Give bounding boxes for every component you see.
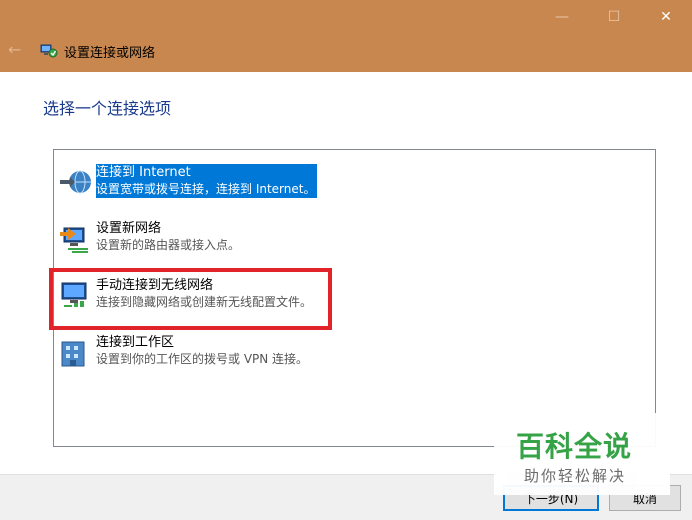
workplace-icon — [61, 341, 85, 367]
option-texts: 连接到工作区 设置到你的工作区的拨号或 VPN 连接。 — [96, 334, 308, 368]
network-setup-window: — ☐ ✕ ← 设置连接或网络 选择一个连接选项 连接到 Internet 设置… — [0, 0, 692, 520]
back-arrow-icon[interactable]: ← — [8, 41, 28, 59]
new-network-icon — [60, 227, 88, 253]
watermark: 百科全说 助你轻松解决 — [494, 413, 670, 495]
option-texts: 设置新网络 设置新的路由器或接入点。 — [96, 220, 240, 254]
title-bar: — ☐ ✕ ← 设置连接或网络 — [0, 0, 692, 72]
watermark-title: 百科全说 — [516, 430, 633, 463]
option-description: 设置新的路由器或接入点。 — [96, 238, 241, 252]
window-controls: — ☐ ✕ — [536, 0, 692, 34]
highlight-annotation-box — [49, 268, 332, 330]
watermark-subtitle: 助你轻松解决 — [524, 467, 627, 485]
minimize-button[interactable]: — — [536, 0, 588, 34]
option-connect-internet[interactable]: 连接到 Internet 设置宽带或拨号连接，连接到 Internet。 — [54, 152, 654, 202]
option-texts: 连接到 Internet 设置宽带或拨号连接，连接到 Internet。 — [96, 164, 318, 198]
window-title: 设置连接或网络 — [64, 46, 156, 61]
close-button[interactable]: ✕ — [640, 0, 692, 34]
maximize-button[interactable]: ☐ — [588, 0, 640, 34]
option-label: 设置新网络 — [96, 221, 162, 236]
globe-network-icon — [60, 170, 91, 194]
network-setup-icon — [40, 44, 58, 58]
option-description: 设置宽带或拨号连接，连接到 Internet。 — [96, 182, 316, 196]
page-heading: 选择一个连接选项 — [43, 99, 172, 118]
option-new-network[interactable]: 设置新网络 设置新的路由器或接入点。 — [54, 208, 654, 258]
option-label: 连接到 Internet — [96, 165, 191, 180]
option-label: 连接到工作区 — [96, 335, 175, 350]
option-description: 设置到你的工作区的拨号或 VPN 连接。 — [96, 352, 309, 366]
